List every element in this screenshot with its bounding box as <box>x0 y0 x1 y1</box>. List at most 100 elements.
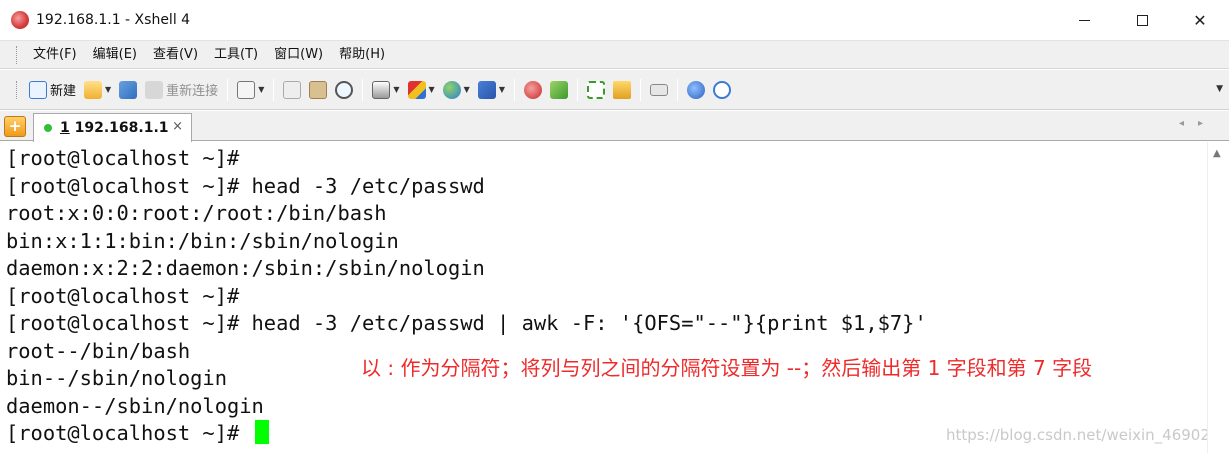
lock-icon <box>612 80 631 99</box>
new-session-label: 新建 <box>50 84 77 99</box>
toolbar-separator <box>576 78 578 101</box>
plus-icon: + <box>8 117 22 135</box>
menu-help[interactable]: 帮助(H) <box>331 41 393 68</box>
minimize-button[interactable] <box>1055 0 1113 40</box>
tab-session-1[interactable]: 1 192.168.1.1 × <box>33 113 192 142</box>
menu-bar: 文件(F) 编辑(E) 查看(V) 工具(T) 窗口(W) 帮助(H) <box>0 40 1229 69</box>
printer-icon <box>372 80 391 99</box>
add-tab-button[interactable]: + <box>4 116 26 137</box>
toolbar-separator <box>639 78 641 101</box>
search-icon <box>335 80 354 99</box>
link-icon <box>119 80 138 99</box>
paste-icon <box>309 80 328 99</box>
toolbar-separator <box>227 78 229 101</box>
maximize-button[interactable] <box>1113 0 1171 40</box>
properties-icon <box>237 80 256 99</box>
chevron-down-icon: ▼ <box>498 85 505 94</box>
find-button[interactable] <box>331 75 357 105</box>
chat-bubble-icon <box>712 80 731 99</box>
terminal-cursor <box>254 420 269 444</box>
chevron-down-icon: ▼ <box>258 85 265 94</box>
scroll-up-icon[interactable]: ▲ <box>1213 148 1221 159</box>
minimize-icon <box>1078 19 1090 21</box>
chevron-down-icon: ▼ <box>393 85 400 94</box>
keyboard-icon <box>649 83 668 96</box>
folder-open-icon <box>84 80 103 99</box>
tab-bar: + 1 192.168.1.1 × ◂▸ <box>0 111 1229 142</box>
copy-button[interactable] <box>279 75 305 105</box>
chevron-down-icon: ▼ <box>428 85 435 94</box>
menu-grip <box>16 45 19 64</box>
xftp-icon <box>549 80 568 99</box>
terminal-line: [root@localhost ~]# <box>6 283 240 308</box>
terminal-prompt-line: [root@localhost ~]# <box>6 420 927 448</box>
terminal-line: [root@localhost ~]# head -3 /etc/passwd … <box>6 311 927 335</box>
tab-host: 192.168.1.1 <box>74 120 169 136</box>
maximize-icon <box>1136 14 1148 26</box>
xshell-logo-icon <box>11 11 29 29</box>
fullscreen-button[interactable] <box>583 75 609 105</box>
window-title: 192.168.1.1 - Xshell 4 <box>36 12 191 28</box>
print-button[interactable]: ▼ <box>368 75 403 105</box>
terminal-line: daemon--/sbin/nologin <box>6 393 264 418</box>
transfer-icon <box>407 80 426 99</box>
vertical-scrollbar[interactable]: ▲ <box>1207 142 1229 453</box>
terminal-line: daemon:x:2:2:daemon:/sbin:/sbin/nologin <box>6 256 485 280</box>
xftp-button[interactable] <box>546 75 572 105</box>
fullscreen-icon <box>586 80 605 99</box>
terminal-line: [root@localhost ~]# <box>6 146 240 170</box>
menu-tools[interactable]: 工具(T) <box>206 41 266 68</box>
chevron-down-icon: ▼ <box>463 85 470 94</box>
menu-view[interactable]: 查看(V) <box>145 41 206 68</box>
chevron-down-icon: ▼ <box>105 85 112 94</box>
terminal-line: [root@localhost ~]# head -3 /etc/passwd <box>6 173 485 198</box>
toolbar-separator <box>273 78 275 101</box>
terminal-prompt: [root@localhost ~]# <box>6 421 252 445</box>
help-button[interactable] <box>683 75 709 105</box>
menu-file[interactable]: 文件(F) <box>25 41 85 68</box>
reconnect-icon <box>145 80 164 99</box>
toolbar-separator <box>362 78 364 101</box>
xshell-button[interactable] <box>520 75 546 105</box>
terminal-output: [root@localhost ~]# [root@localhost ~]# … <box>6 145 927 448</box>
menu-edit[interactable]: 编辑(E) <box>85 41 145 68</box>
help-icon <box>686 80 705 99</box>
close-button[interactable]: ✕ <box>1171 0 1229 40</box>
title-bar: 192.168.1.1 - Xshell 4 ✕ <box>0 0 1229 40</box>
tab-close-icon[interactable]: × <box>172 119 183 134</box>
connect-button[interactable] <box>115 75 141 105</box>
xshell-icon <box>523 80 542 99</box>
annotation-text: 以 : 作为分隔符；将列与列之间的分隔符设置为 --；然后输出第 1 字段和第 … <box>361 356 1093 380</box>
menu-window[interactable]: 窗口(W) <box>266 41 331 68</box>
reconnect-label: 重新连接 <box>166 84 219 99</box>
toolbar-overflow-icon[interactable]: ▼ <box>1216 84 1223 94</box>
new-session-icon <box>29 80 47 99</box>
connection-status-icon <box>44 124 52 132</box>
tab-number: 1 <box>60 120 70 136</box>
terminal-line: root:x:0:0:root:/root:/bin/bash <box>6 201 387 225</box>
properties-button[interactable]: ▼ <box>233 75 268 105</box>
font-icon <box>477 80 496 99</box>
open-button[interactable]: ▼ <box>80 75 115 105</box>
lock-button[interactable] <box>609 75 635 105</box>
watermark: https://blog.csdn.net/weixin_46902396 <box>946 426 1229 444</box>
paste-button[interactable] <box>305 75 331 105</box>
chat-button[interactable] <box>709 75 735 105</box>
terminal-area[interactable]: [root@localhost ~]# [root@localhost ~]# … <box>0 142 1229 453</box>
reconnect-button[interactable]: 重新连接 <box>141 75 222 105</box>
tab-scroll-arrows-icon[interactable]: ◂▸ <box>1179 118 1217 129</box>
toolbar-grip <box>16 80 19 99</box>
window-controls: ✕ <box>1055 0 1229 40</box>
font-button[interactable]: ▼ <box>474 75 509 105</box>
close-icon: ✕ <box>1193 10 1207 30</box>
tab-label: 1 192.168.1.1 <box>60 120 169 136</box>
toolbar-separator <box>676 78 678 101</box>
terminal-line: bin:x:1:1:bin:/bin:/sbin/nologin <box>6 228 399 253</box>
globe-icon <box>442 80 461 99</box>
copy-icon <box>283 80 302 99</box>
keyboard-button[interactable] <box>646 75 672 105</box>
globe-button[interactable]: ▼ <box>439 75 474 105</box>
transfer-button[interactable]: ▼ <box>404 75 439 105</box>
new-session-button[interactable]: 新建 <box>25 75 80 105</box>
toolbar-separator <box>513 78 515 101</box>
